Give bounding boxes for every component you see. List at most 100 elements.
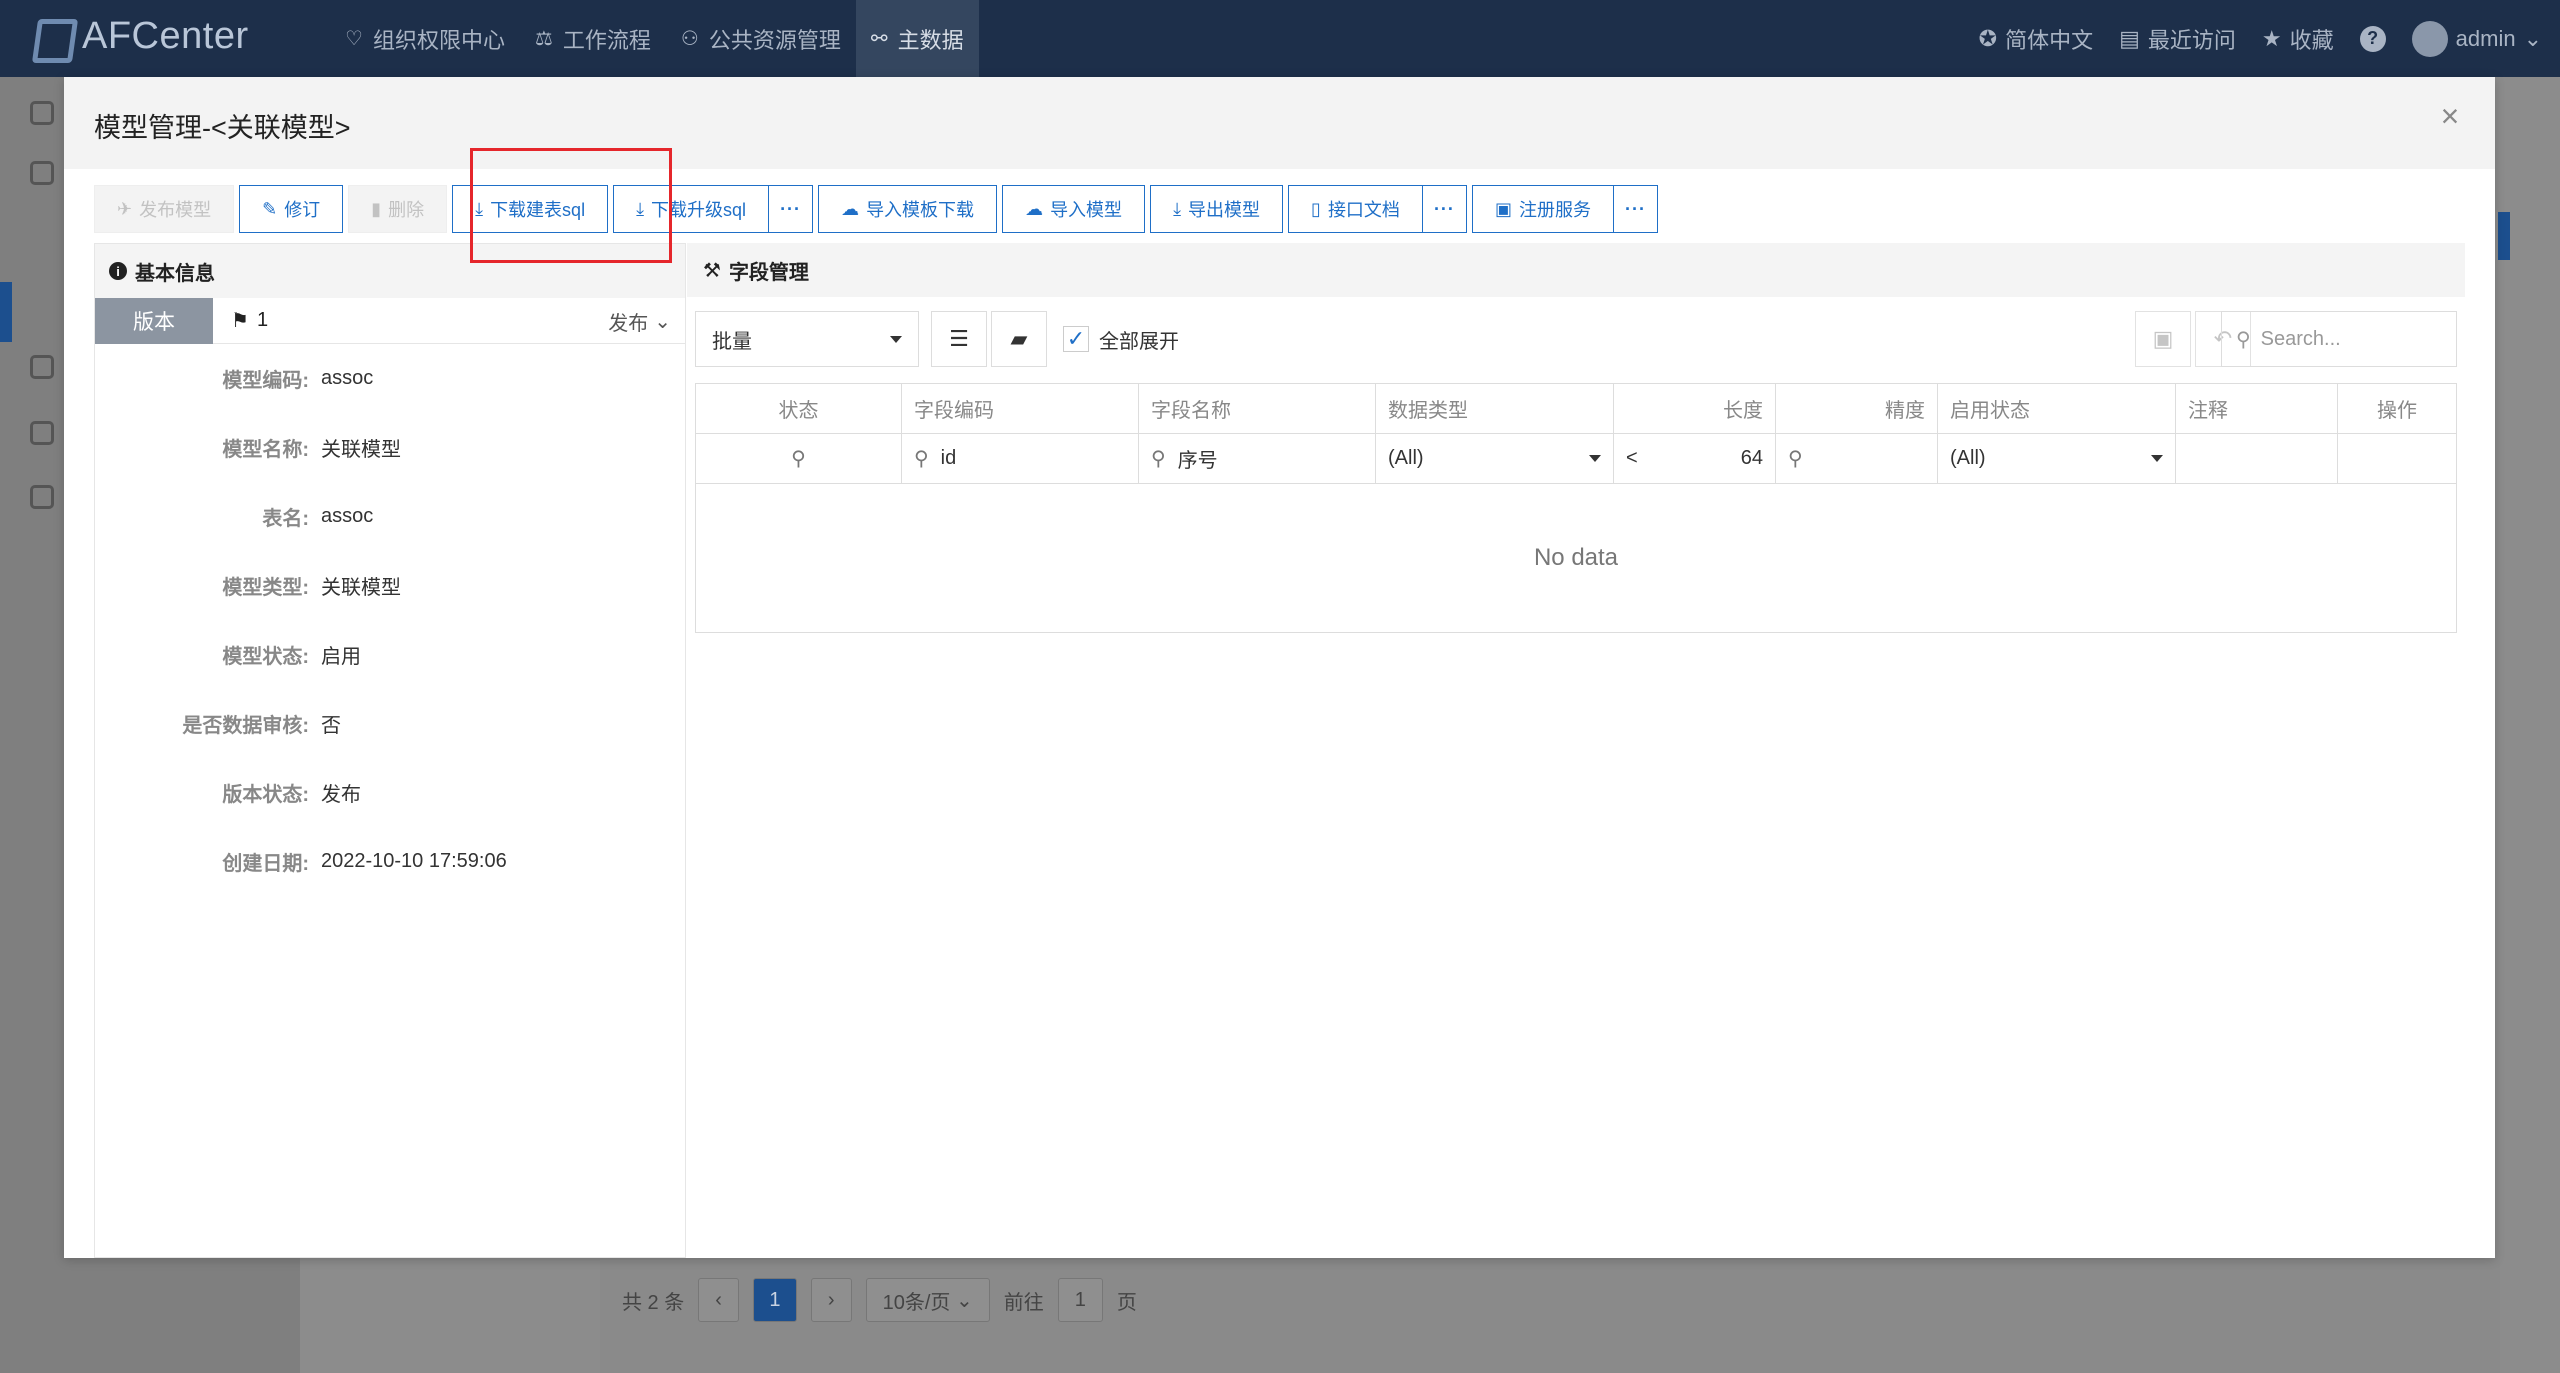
info-label: 是否数据审核: [182,715,309,737]
publish-model-button[interactable]: ✈ 发布模型 [94,185,235,233]
user-menu[interactable]: admin ⌄ [2411,20,2542,57]
column-header-status[interactable]: 状态 [696,384,902,433]
help-icon[interactable]: ? [2359,25,2386,52]
info-label: 模型类型: [222,577,309,599]
column-header-actions[interactable]: 操作 [2338,384,2456,433]
filter-code-input[interactable]: ⚲ id [902,434,1139,483]
info-value: assoc [321,505,374,527]
grid-empty-message: No data [1533,544,1619,571]
version-row: 版本 ⚑ 1 发布 ⌄ [95,297,685,344]
info-row-model-status: 模型状态: 启用 [95,620,685,689]
column-header-comment[interactable]: 注释 [2176,384,2338,433]
background-accent [2498,212,2510,260]
info-label: 表名: [262,508,309,530]
username: admin [2455,25,2516,51]
api-doc-group: ▯ 接口文档 ··· [1288,185,1467,233]
field-management-panel: ⚒ 字段管理 批量 ☰ ▰ ✓ 全部展开 ▣ ↶ ⚲ Search... 状态 … [687,243,2465,1258]
expand-all-label: 全部展开 [1099,330,1179,353]
open-folder-button[interactable]: ▰ [991,311,1047,367]
version-status-dropdown[interactable]: 发布 ⌄ [608,298,671,344]
export-model-button[interactable]: ⤓ 导出模型 [1150,185,1284,233]
app-logo[interactable]: AFCenter [32,14,249,58]
info-value: 关联模型 [321,577,401,599]
filter-name-value: 序号 [1177,450,1218,472]
pager-next-button[interactable]: › [810,1278,852,1322]
search-input[interactable]: ⚲ Search... [2221,311,2457,367]
favorites-label: 收藏 [2289,27,2334,53]
nav-item-workflow[interactable]: ⚖ 工作流程 [520,0,666,77]
ordered-list-button[interactable]: ☰ [931,311,987,367]
language-switch[interactable]: ✪ 简体中文 [1979,23,2093,55]
caret-down-icon [1589,455,1601,462]
save-button[interactable]: ▣ [2135,311,2191,367]
info-icon: i [109,262,127,280]
pager-size-select[interactable]: 10条/页 ⌄ [865,1278,990,1322]
nav-item-label: 工作流程 [562,27,651,53]
batch-select[interactable]: 批量 [695,311,919,367]
import-model-button[interactable]: ☁ 导入模型 [1002,185,1146,233]
register-service-button[interactable]: ▣ 注册服务 [1471,185,1614,233]
api-doc-button[interactable]: ▯ 接口文档 [1288,185,1423,233]
search-icon: ⚲ [1151,448,1166,470]
info-label: 模型编码: [222,370,309,392]
button-label: 导入模型 [1050,200,1123,220]
nav-item-public-resources[interactable]: ⚇ 公共资源管理 [666,0,856,77]
cloud-upload-icon: ☁ [1025,198,1044,219]
filter-length-operator[interactable]: < [1626,447,1638,470]
dialog-header: 模型管理-<关联模型> × [64,77,2495,169]
info-label: 模型名称: [222,439,309,461]
search-icon: ⚲ [2236,328,2251,351]
import-template-download-button[interactable]: ☁ 导入模板下载 [818,185,998,233]
column-header-code[interactable]: 字段编码 [902,384,1139,433]
pager-goto-input[interactable]: 1 [1057,1278,1103,1322]
close-icon[interactable]: × [2433,99,2467,133]
info-row-model-code: 模型编码: assoc [95,344,685,413]
filter-length-input[interactable]: < 64 [1614,434,1776,483]
info-label: 创建日期: [222,853,309,875]
pager-prev-button[interactable]: ‹ [698,1278,739,1322]
clipboard-icon: ▤ [2119,25,2140,51]
info-row-version-status: 版本状态: 发布 [95,758,685,827]
version-tab[interactable]: 版本 [95,297,213,344]
favorites[interactable]: ★ 收藏 [2262,23,2334,55]
delete-button[interactable]: ▮ 删除 [348,185,448,233]
info-label: 模型状态: [222,646,309,668]
more-button[interactable]: ··· [769,185,814,233]
nav-item-label: 主数据 [897,27,964,53]
edit-icon: ✎ [262,198,278,219]
filter-comment[interactable] [2176,434,2338,483]
filter-enabled-value: (All) [1950,447,1986,469]
more-button[interactable]: ··· [1422,185,1467,233]
column-header-enabled[interactable]: 启用状态 [1938,384,2176,433]
top-navbar: AFCenter ♡ 组织权限中心 ⚖ 工作流程 ⚇ 公共资源管理 ⚯ 主数据 … [0,0,2560,77]
master-data-icon: ⚯ [870,28,888,50]
button-label: 发布模型 [139,200,212,220]
column-header-data-type[interactable]: 数据类型 [1376,384,1614,433]
filter-name-input[interactable]: ⚲ 序号 [1139,434,1376,483]
nav-item-org-permissions[interactable]: ♡ 组织权限中心 [330,0,520,77]
basic-info-title: 基本信息 [135,262,215,285]
scale-icon: ⚖ [534,28,553,50]
checkbox-checked-icon[interactable]: ✓ [1063,326,1089,352]
trash-icon: ▮ [371,198,382,219]
recent-visits[interactable]: ▤ 最近访问 [2119,23,2236,55]
info-value: assoc [321,367,374,389]
column-header-length[interactable]: 长度 [1614,384,1776,433]
revise-button[interactable]: ✎ 修订 [239,185,344,233]
search-icon: ⚲ [1788,448,1803,470]
filter-status[interactable]: ⚲ [696,434,902,483]
filter-enabled-select[interactable]: (All) [1938,434,2176,483]
column-header-precision[interactable]: 精度 [1776,384,1938,433]
column-header-name[interactable]: 字段名称 [1139,384,1376,433]
pager-current-page[interactable]: 1 [752,1278,797,1322]
filter-data-type-value: (All) [1388,447,1424,469]
nav-item-master-data[interactable]: ⚯ 主数据 [855,0,979,77]
dialog-title: 模型管理-<关联模型> [94,113,351,143]
basic-info-panel: i 基本信息 版本 ⚑ 1 发布 ⌄ 模型编码: assoc 模型名称: 关联模型 … [94,243,686,1258]
more-button[interactable]: ··· [1613,185,1658,233]
filter-data-type-select[interactable]: (All) [1376,434,1614,483]
filter-precision-input[interactable]: ⚲ [1776,434,1938,483]
pager-total: 共 2 条 [622,1291,685,1314]
expand-all-toggle[interactable]: ✓ 全部展开 [1063,311,1179,367]
register-icon: ▣ [1494,198,1512,219]
